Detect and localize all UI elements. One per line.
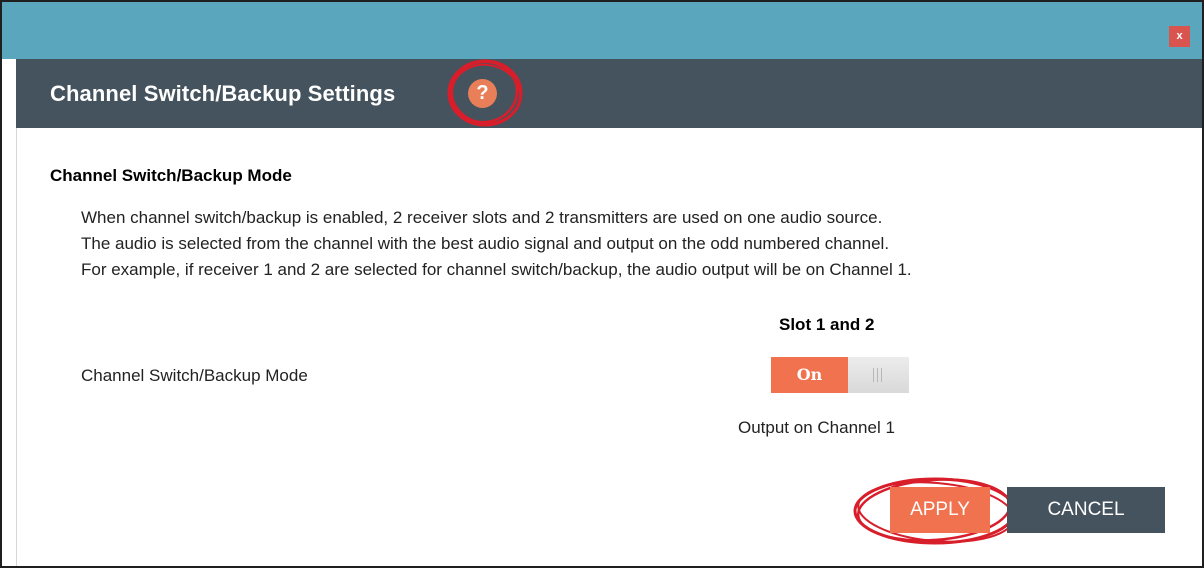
help-icon[interactable]: ? [468,79,497,108]
window-title-bar[interactable]: x [2,2,1202,59]
close-icon[interactable]: x [1169,26,1190,47]
help-annotation: ? [442,55,528,131]
cancel-button[interactable]: CANCEL [1007,487,1165,533]
dialog-title: Channel Switch/Backup Settings [50,81,396,106]
toggle-on-label: On [771,357,848,393]
section-title: Channel Switch/Backup Mode [50,166,292,185]
description-line: The audio is selected from the channel w… [81,234,890,253]
grip-line [877,368,878,382]
setting-label: Channel Switch/Backup Mode [81,366,308,385]
apply-button[interactable]: APPLY [890,487,990,533]
dialog-window: x Channel Switch/Backup Settings ? Chann… [0,0,1204,568]
dialog-left-border [16,128,17,566]
dialog-header: Channel Switch/Backup Settings ? [16,59,1202,128]
backup-mode-toggle[interactable]: On [771,357,909,393]
description-line: When channel switch/backup is enabled, 2… [81,208,883,227]
grip-line [881,368,882,382]
description-line: For example, if receiver 1 and 2 are sel… [81,260,912,279]
grip-line [873,368,874,382]
toggle-knob[interactable] [848,357,909,393]
slot-column-header: Slot 1 and 2 [779,315,875,334]
output-note: Output on Channel 1 [738,418,895,437]
